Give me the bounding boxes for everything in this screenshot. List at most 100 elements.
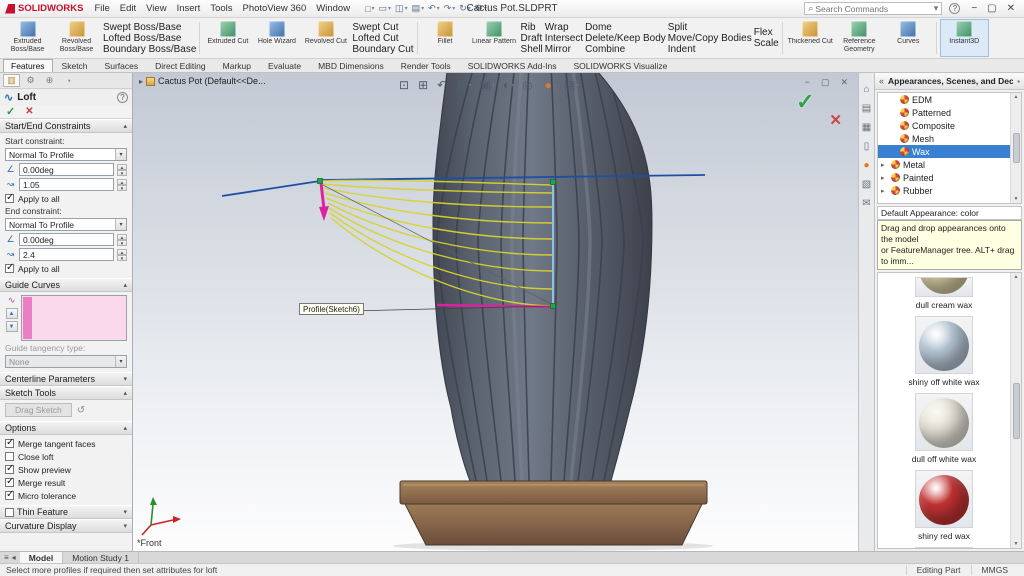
search-caret-icon[interactable]: ▾: [934, 3, 939, 14]
group-curvature-display[interactable]: Curvature Display ▾: [0, 519, 132, 533]
pin-icon[interactable]: ▪: [1017, 77, 1020, 86]
custom-properties-icon[interactable]: ▧: [862, 180, 871, 190]
appearance-tree-item[interactable]: ▸ Rubber: [878, 184, 1010, 197]
redo-icon[interactable]: ↷ ▾: [444, 3, 456, 14]
option-checkbox-row[interactable]: Merge result: [5, 477, 127, 488]
command-tab[interactable]: SOLIDWORKS Add-Ins: [460, 59, 565, 72]
ribbon-button-mirror[interactable]: Mirror: [545, 44, 583, 55]
end-tangent-spinner[interactable]: ▲▼: [117, 249, 127, 261]
close-icon[interactable]: ✕: [840, 77, 848, 88]
collapse-pane-icon[interactable]: «: [879, 76, 884, 86]
move-down-button[interactable]: ▼: [6, 321, 18, 332]
model-tab[interactable]: Model: [20, 552, 64, 563]
minimize-icon[interactable]: −: [971, 3, 977, 14]
command-tab[interactable]: Render Tools: [393, 59, 459, 72]
ribbon-button-indent[interactable]: Indent: [668, 44, 752, 55]
sketch-point[interactable]: [551, 304, 556, 309]
section-view-icon[interactable]: ◧ ▾: [456, 78, 471, 92]
ribbon-button-combine[interactable]: Combine: [585, 44, 666, 55]
menu-item[interactable]: PhotoView 360: [238, 2, 312, 15]
ribbon-button-flex[interactable]: Flex: [754, 27, 779, 38]
ribbon-button-hole-wizard[interactable]: Hole Wizard: [252, 19, 301, 57]
start-tangent-input[interactable]: 1.05: [19, 178, 114, 191]
move-up-button[interactable]: ▲: [6, 308, 18, 319]
flyout-arrow-icon[interactable]: ▸: [139, 77, 143, 86]
command-tab[interactable]: MBD Dimensions: [310, 59, 392, 72]
appearance-thumbnail[interactable]: dull cream wax: [915, 273, 973, 312]
ribbon-button-swept-cut[interactable]: Swept Cut: [352, 22, 413, 33]
ribbon-button-shell[interactable]: Shell: [521, 44, 543, 55]
ribbon-button-extruded-boss-base[interactable]: Extruded Boss/Base: [3, 19, 52, 57]
end-angle-spinner[interactable]: ▲▼: [117, 234, 127, 246]
ribbon-button-move-copy-bodies[interactable]: Move/Copy Bodies: [668, 33, 752, 44]
ribbon-button-fillet[interactable]: Fillet: [421, 19, 470, 57]
ribbon-button-delete-keep-body[interactable]: Delete/Keep Body: [585, 33, 666, 44]
ribbon-button-revolved-boss-base[interactable]: Revolved Boss/Base: [52, 19, 101, 57]
menu-item[interactable]: Insert: [172, 2, 206, 15]
property-manager-tab[interactable]: ▥: [3, 74, 20, 87]
ribbon-button-thickened-cut[interactable]: Thickened Cut: [786, 19, 835, 57]
apply-to-all-start[interactable]: Apply to all: [5, 193, 127, 204]
ribbon-button-scale[interactable]: Scale: [754, 38, 779, 49]
tab-scroll-icon[interactable]: ◂: [12, 553, 16, 562]
sketch-point[interactable]: [318, 179, 323, 184]
command-tab[interactable]: SOLIDWORKS Visualize: [566, 59, 676, 72]
graphics-area[interactable]: ▸ Cactus Pot (Default<<De... ⊡ ⊞ ↶ ◧ ▾ ▣…: [133, 73, 858, 551]
undo-sketch-icon[interactable]: ↺: [77, 405, 85, 416]
end-tangent-input[interactable]: 2.4: [19, 248, 114, 261]
ribbon-button-boundary-boss-base[interactable]: Boundary Boss/Base: [103, 44, 196, 55]
print-icon[interactable]: ▤ ▾: [412, 3, 425, 14]
ok-button[interactable]: ✓: [6, 105, 15, 118]
appearances-icon[interactable]: ●: [863, 161, 869, 171]
command-tab[interactable]: Evaluate: [260, 59, 309, 72]
ribbon-button-instant3d[interactable]: Instant3D: [940, 19, 989, 57]
appearance-tree-item[interactable]: Wax: [878, 145, 1010, 158]
help-icon[interactable]: ?: [949, 3, 960, 14]
design-library-icon[interactable]: ▤: [862, 104, 871, 114]
appearance-tree-item[interactable]: Patterned: [878, 106, 1010, 119]
group-sketch-tools[interactable]: Sketch Tools ▴: [0, 386, 132, 400]
document-tab[interactable]: ▸ Cactus Pot (Default<<De...: [139, 76, 266, 86]
zoom-fit-icon[interactable]: ⊡: [399, 78, 410, 92]
appearance-tree-item[interactable]: Composite: [878, 119, 1010, 132]
ribbon-button-revolved-cut[interactable]: Revolved Cut: [301, 19, 350, 57]
hide-show-items-icon[interactable]: ◎ ▾: [522, 78, 537, 92]
undo-icon[interactable]: ↶ ▾: [428, 3, 440, 14]
pot-body[interactable]: [405, 504, 702, 545]
view-palette-icon[interactable]: ▯: [864, 142, 870, 152]
group-start-end-constraints[interactable]: Start/End Constraints ▴: [0, 119, 132, 133]
guide-curves-listbox[interactable]: [21, 295, 127, 341]
ribbon-button-linear-pattern[interactable]: Linear Pattern: [470, 19, 519, 57]
expand-arrow-icon[interactable]: ▸: [881, 174, 888, 182]
menu-item[interactable]: Tools: [205, 2, 237, 15]
zoom-area-icon[interactable]: ⊞: [418, 78, 429, 92]
appearance-tree-item[interactable]: ▸ Painted: [878, 171, 1010, 184]
scrollbar-thumb[interactable]: [1013, 383, 1020, 439]
new-file-icon[interactable]: □ ▾: [365, 3, 374, 14]
appearance-tree-item[interactable]: Mesh: [878, 132, 1010, 145]
drag-sketch-button[interactable]: Drag Sketch: [5, 403, 72, 417]
appearance-tree-item[interactable]: ▸ Metal: [878, 158, 1010, 171]
group-centerline-parameters[interactable]: Centerline Parameters ▾: [0, 372, 132, 386]
start-constraint-select[interactable]: Normal To Profile ▾: [5, 148, 127, 161]
forum-icon[interactable]: ✉: [862, 199, 870, 209]
scroll-up-icon[interactable]: ▲: [1014, 274, 1019, 280]
start-angle-input[interactable]: 0.00deg: [19, 163, 114, 176]
spin-down-icon[interactable]: ▼: [117, 240, 127, 246]
profile-callout[interactable]: Profile(Sketch6): [299, 303, 364, 315]
group-options[interactable]: Options ▴: [0, 421, 132, 435]
thumbnails-scrollbar[interactable]: ▲ ▼: [1010, 273, 1021, 548]
appearance-tree-item[interactable]: EDM: [878, 93, 1010, 106]
command-tab[interactable]: Features: [3, 59, 53, 72]
ok-button[interactable]: ✓: [796, 89, 814, 115]
group-thin-feature[interactable]: Thin Feature ▾: [0, 505, 132, 519]
dimxpert-manager-tab[interactable]: ⊕: [41, 74, 58, 87]
model-tab[interactable]: Motion Study 1: [63, 552, 139, 563]
ribbon-button-draft[interactable]: Draft: [521, 33, 543, 44]
option-checkbox-row[interactable]: Close loft: [5, 451, 127, 462]
ribbon-button-rib[interactable]: Rib: [521, 22, 543, 33]
solidworks-resources-icon[interactable]: ⌂: [863, 85, 869, 95]
spin-down-icon[interactable]: ▼: [117, 170, 127, 176]
tree-scrollbar[interactable]: ▲ ▼: [1010, 93, 1021, 203]
appearance-thumbnail[interactable]: shiny red wax: [915, 466, 973, 543]
